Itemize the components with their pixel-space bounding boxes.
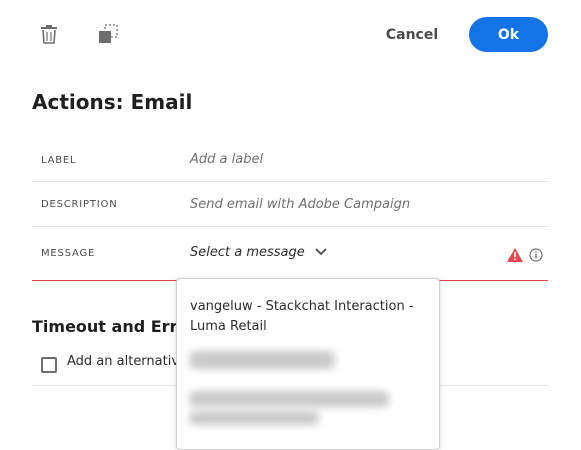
ok-button[interactable]: Ok xyxy=(469,17,548,52)
redacted-option[interactable] xyxy=(189,391,389,407)
label-field-label: LABEL xyxy=(41,155,77,166)
duplicate-icon[interactable] xyxy=(98,24,118,44)
message-select-value: Select a message xyxy=(190,245,305,260)
message-option[interactable]: vangeluw - Stackchat Interaction - Luma … xyxy=(190,297,420,337)
redacted-option[interactable] xyxy=(189,411,319,425)
trash-icon[interactable] xyxy=(39,24,59,44)
description-field-label: DESCRIPTION xyxy=(41,199,118,210)
alternative-path-checkbox[interactable] xyxy=(41,357,57,373)
alternative-path-label: Add an alternative xyxy=(67,354,188,369)
chevron-down-icon xyxy=(315,245,327,260)
description-field-row: DESCRIPTION Send email with Adobe Campai… xyxy=(32,182,548,227)
message-field-row: MESSAGE Select a message xyxy=(32,227,548,281)
label-input[interactable]: Add a label xyxy=(190,152,263,167)
description-input[interactable]: Send email with Adobe Campaign xyxy=(190,197,410,212)
info-icon[interactable] xyxy=(529,247,543,266)
message-dropdown: vangeluw - Stackchat Interaction - Luma … xyxy=(176,278,440,450)
message-select[interactable]: Select a message xyxy=(190,245,327,260)
message-field-label: MESSAGE xyxy=(41,248,96,259)
label-field-row: LABEL Add a label xyxy=(32,138,548,182)
cancel-button[interactable]: Cancel xyxy=(378,18,446,52)
redacted-option[interactable] xyxy=(189,351,335,369)
timeout-section-title: Timeout and Erro xyxy=(32,317,189,336)
page-title: Actions: Email xyxy=(32,90,193,114)
alert-triangle-icon xyxy=(507,247,523,266)
